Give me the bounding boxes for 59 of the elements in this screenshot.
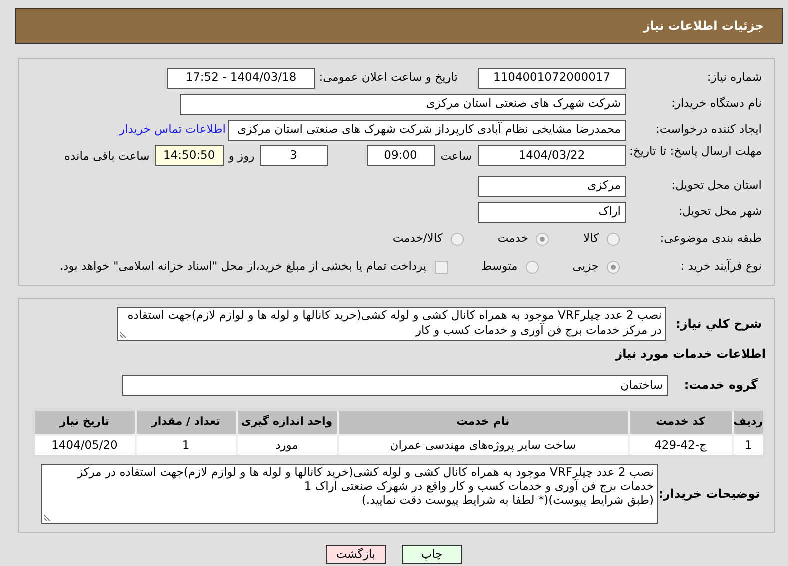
field-label: توضیحات خریدار: [658,486,760,501]
table-cell: ساخت سایر پروژه‌های مهندسی عمران [338,434,629,456]
radio-button[interactable] [526,260,539,274]
deadline-time-field[interactable]: 09:00 [366,145,435,166]
buyer-notes-field[interactable]: نصب 2 عدد چیلرVRF موجود به همراه کانال کشی و لوله کشی(خرید کانالها و لوله ها و لوازم لازم)جهت استفاده در مرکز خدمات برج فن آوری و خدمات کسب و کار واقع در شهرک صنعتی اراک 1 (طبق شرایط پیوست)(* لطفا به شرایط پیوست دقت نمایید.) [41,464,658,524]
province-field[interactable]: مرکزی [478,176,626,196]
column-header: کد خدمت [628,410,733,434]
radio-button[interactable] [536,232,550,246]
resize-grip-icon[interactable] [120,330,128,338]
radio-button[interactable] [450,232,464,246]
column-header: تاریخ نیاز [34,410,136,434]
radio-label: خدمت [498,230,528,248]
need-number-field[interactable]: 1104001072000017 [478,68,626,88]
back-button[interactable]: بازگشت [326,545,386,564]
radio-label: کالا/خدمت [392,230,443,248]
print-button[interactable]: چاپ [402,545,462,564]
column-header: ردیف [732,410,764,434]
field-label: استان محل تحویل: [672,178,762,192]
radio-button[interactable] [607,260,620,274]
field-label: طبقه بندی موضوعی: [660,231,762,246]
requester-field[interactable]: محمدرضا مشایخی نظام آبادی کارپرداز شرکت شهرک های صنعتی استان مرکزی [228,120,626,140]
field-label: ساعت باقی مانده [64,148,150,165]
page-title: جزئیات اطلاعات نیاز [643,18,764,35]
treasury-note: پرداخت تمام یا بخشی از مبلغ خرید،از محل "اسناد خزانه اسلامی" خواهد بود. [60,258,427,276]
days-field[interactable]: 3 [260,145,328,166]
table-cell: 1404/05/20 [34,434,136,456]
radio-button[interactable] [607,232,620,246]
column-header: نام خدمت [338,410,629,434]
service-group-field[interactable]: ساختمان [122,375,668,396]
deadline-date-field[interactable]: 1404/03/22 [478,145,626,166]
field-label: مهلت ارسال پاسخ: تا تاریخ: [629,144,762,158]
table-cell: مورد [236,434,338,456]
announce-date-field[interactable]: 1404/03/18 - 17:52 [167,68,316,88]
summary-field[interactable]: نصب 2 عدد چیلرVRF موجود به همراه کانال کشی و لوله کشی(خرید کانالها و لوله ها و لوازم لازم)جهت استفاده در مرکز خدمات برج فن آوری و خدمات کسب و کار [117,307,666,341]
radio-label: کالا [583,230,599,248]
table-cell: 1 [732,434,764,456]
remaining-time-field[interactable]: 14:50:50 [154,145,224,166]
radio-label: جزیی [572,258,599,276]
column-header: تعداد / مقدار [136,410,236,434]
checkbox[interactable] [434,260,448,274]
field-label: نام دستگاه خریدار: [671,96,762,110]
section-heading: اطلاعات خدمات مورد نیاز [616,347,766,361]
radio-label: متوسط [482,258,518,276]
column-header: واحد اندازه گیری [236,410,338,434]
field-label: ایجاد کننده درخواست: [656,122,762,136]
resize-grip-icon[interactable] [44,513,52,521]
field-label: شرح کلي نياز: [676,317,762,331]
buyer-contact-link[interactable]: اطلاعات تماس خریدار [119,121,226,139]
field-label: ساعت [440,148,472,165]
buyer-org-field[interactable]: شرکت شهرک های صنعتی استان مرکزی [180,94,626,114]
field-label: تاریخ و ساعت اعلان عمومی: [319,69,458,86]
field-label: شهر محل تحویل: [678,204,762,218]
table-cell: ج-42-429 [628,434,733,456]
field-label: گروه خدمت: [684,378,758,392]
field-label: شماره نیاز: [707,70,762,84]
city-field[interactable]: اراک [478,202,626,222]
field-label: روز و [228,148,255,165]
table-cell: 1 [136,434,236,456]
field-label: نوع فرآیند خرید : [680,259,762,274]
